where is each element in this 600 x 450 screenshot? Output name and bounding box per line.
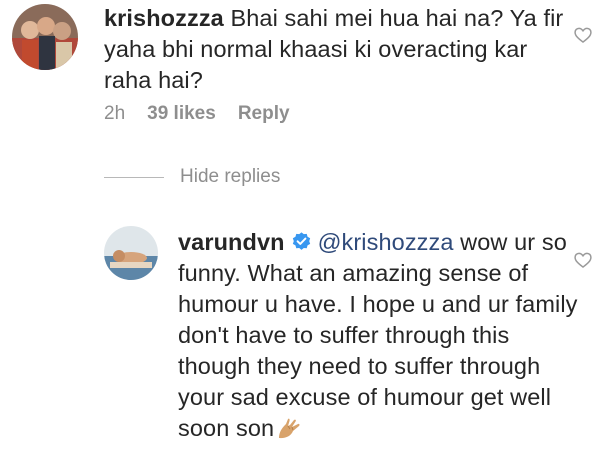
reply-button[interactable]: Reply bbox=[238, 103, 290, 125]
reply-avatar[interactable] bbox=[104, 226, 158, 280]
verified-badge-icon bbox=[292, 232, 310, 250]
comment-username[interactable]: krishozzza bbox=[104, 5, 224, 31]
folded-hands-emoji-icon bbox=[279, 418, 300, 439]
comment-body: krishozzza Bhai sahi mei hua hai na? Ya … bbox=[104, 3, 564, 96]
hide-replies-toggle[interactable]: Hide replies bbox=[104, 166, 280, 188]
commenter-avatar[interactable] bbox=[12, 4, 78, 70]
comment-time: 2h bbox=[104, 103, 126, 124]
comment-likes[interactable]: 39 likes bbox=[147, 103, 216, 125]
replies-divider bbox=[104, 176, 164, 178]
hide-replies-label[interactable]: Hide replies bbox=[180, 166, 280, 188]
reply-username[interactable]: varundvn bbox=[178, 229, 285, 255]
reply-text: wow ur so funny. What an amazing sense o… bbox=[178, 229, 578, 441]
mention-link[interactable]: @krishozzza bbox=[318, 229, 454, 255]
heart-outline-icon[interactable] bbox=[573, 250, 593, 270]
comment-meta: 2h 39 likes Reply bbox=[104, 103, 290, 125]
heart-outline-icon[interactable] bbox=[573, 25, 593, 45]
reply-body: varundvn @krishozzza wow ur so funny. Wh… bbox=[178, 227, 578, 444]
